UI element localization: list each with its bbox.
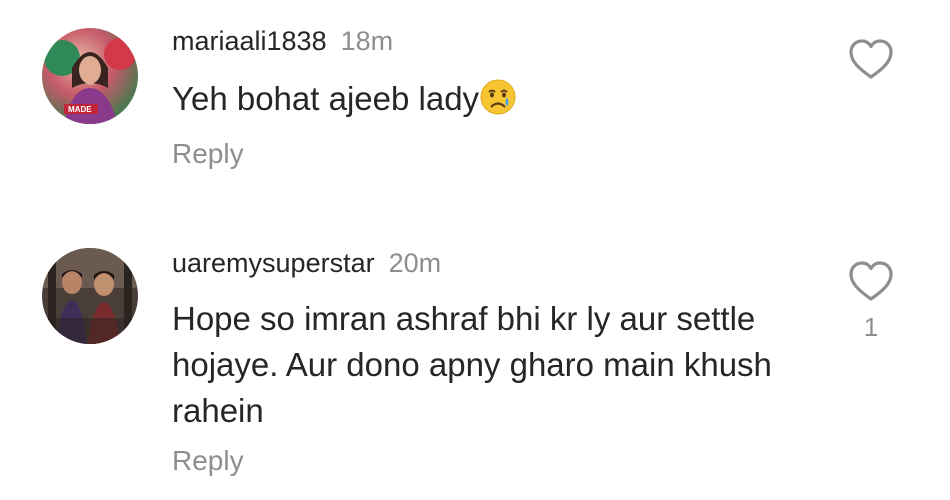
comment-text-body: Hope so imran ashraf bhi kr ly aur settl… [172, 300, 772, 429]
comment-item: MADE mariaali1838 18m Yeh bohat ajeeb lad… [0, 0, 950, 240]
comment-item: uaremysuperstar 20m Hope so imran ashraf … [0, 240, 950, 500]
comment-text: Yeh bohat ajeeb lady [172, 76, 792, 122]
username[interactable]: uaremysuperstar [172, 248, 375, 278]
comment-text: Hope so imran ashraf bhi kr ly aur settl… [172, 296, 792, 434]
heart-outline-icon [849, 261, 893, 301]
avatar[interactable]: MADE [42, 28, 138, 124]
timestamp: 20m [388, 248, 442, 278]
reply-button[interactable]: Reply [172, 445, 244, 477]
crying-face-emoji [479, 78, 517, 116]
like-count: 1 [863, 312, 879, 342]
svg-text:MADE: MADE [68, 105, 92, 114]
timestamp: 18m [340, 26, 394, 56]
like-button[interactable] [848, 38, 894, 80]
comment-meta: uaremysuperstar 20m [172, 246, 441, 280]
comment-text-body: Yeh bohat ajeeb lady [172, 80, 480, 117]
username[interactable]: mariaali1838 [172, 26, 327, 56]
heart-outline-icon [849, 39, 893, 79]
reply-button[interactable]: Reply [172, 138, 244, 170]
comment-meta: mariaali1838 18m [172, 24, 393, 58]
avatar[interactable] [42, 248, 138, 344]
like-button[interactable] [848, 260, 894, 302]
